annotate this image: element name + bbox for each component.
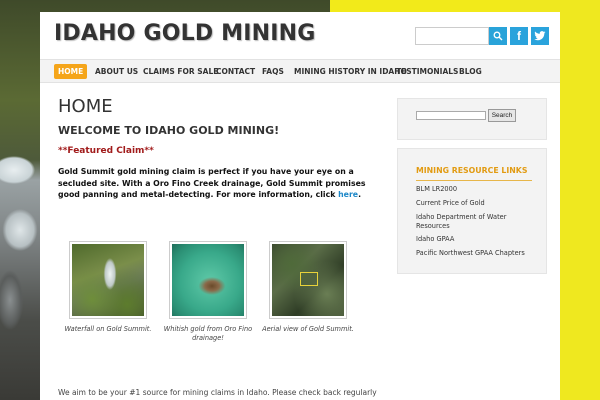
twitter-icon[interactable] <box>531 27 549 45</box>
resource-link[interactable]: BLM LR2000 <box>416 185 536 194</box>
page-container: IDAHO GOLD MINING f HOME ABOUT US CLAIMS… <box>40 12 560 400</box>
closing-paragraph: We aim to be your #1 source for mining c… <box>58 388 377 400</box>
site-title[interactable]: IDAHO GOLD MINING <box>54 21 316 46</box>
header-search-button[interactable] <box>489 27 507 45</box>
nav-home[interactable]: HOME <box>54 64 88 79</box>
gallery-caption: Waterfall on Gold Summit. <box>64 325 152 333</box>
gallery-caption: Whitish gold from Oro Fino drainage! <box>163 325 253 342</box>
gallery-item-gold-pan: Whitish gold from Oro Fino drainage! <box>158 241 258 343</box>
sidebar-search-button[interactable]: Search <box>488 109 516 122</box>
nav-blog[interactable]: BLOG <box>455 64 486 79</box>
intro-paragraph: Gold Summit gold mining claim is perfect… <box>58 166 368 201</box>
resource-link[interactable]: Current Price of Gold <box>416 199 536 208</box>
resource-links-title: MINING RESOURCE LINKS <box>416 166 532 181</box>
more-info-link[interactable]: here <box>338 190 358 199</box>
nav-contact[interactable]: CONTACT <box>212 64 259 79</box>
resource-links-widget: MINING RESOURCE LINKS BLM LR2000 Current… <box>397 148 547 274</box>
search-icon <box>493 31 503 41</box>
resource-link[interactable]: Idaho Department of Water Resources <box>416 213 536 231</box>
gold-pan-thumbnail[interactable] <box>169 241 247 319</box>
sidebar-search-widget: Search <box>397 98 547 140</box>
nav-testimonials[interactable]: TESTIMONIALS <box>392 64 462 79</box>
sidebar-search-input[interactable] <box>416 111 486 120</box>
facebook-icon[interactable]: f <box>510 27 528 45</box>
main-content: HOME WELCOME TO IDAHO GOLD MINING! **Fea… <box>40 84 395 400</box>
page-title: HOME <box>58 96 113 117</box>
intro-text: Gold Summit gold mining claim is perfect… <box>58 167 366 199</box>
nav-faqs[interactable]: FAQS <box>258 64 288 79</box>
gallery-caption: Aerial view of Gold Summit. <box>262 325 354 333</box>
nav-claims-for-sale[interactable]: CLAIMS FOR SALE <box>139 64 222 79</box>
featured-claim-label: **Featured Claim** <box>58 146 154 156</box>
header: IDAHO GOLD MINING f <box>40 12 560 58</box>
header-search-input[interactable] <box>415 27 489 45</box>
intro-end: . <box>358 190 362 199</box>
aerial-thumbnail[interactable] <box>269 241 347 319</box>
resource-link[interactable]: Pacific Northwest GPAA Chapters <box>416 249 536 258</box>
gallery-item-waterfall: Waterfall on Gold Summit. <box>58 241 158 334</box>
gallery-item-aerial: Aerial view of Gold Summit. <box>258 241 358 334</box>
waterfall-thumbnail[interactable] <box>69 241 147 319</box>
nav-about-us[interactable]: ABOUT US <box>91 64 142 79</box>
main-nav: HOME ABOUT US CLAIMS FOR SALE CONTACT FA… <box>40 59 560 83</box>
resource-link[interactable]: Idaho GPAA <box>416 235 536 244</box>
welcome-heading: WELCOME TO IDAHO GOLD MINING! <box>58 124 280 137</box>
